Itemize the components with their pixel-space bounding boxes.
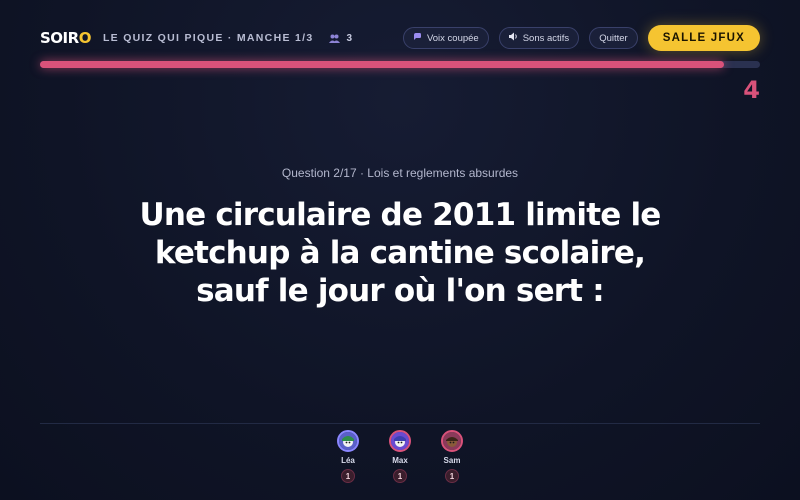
avatar — [337, 430, 359, 452]
player-count-value: 3 — [346, 32, 353, 44]
countdown-timer: 4 — [743, 76, 760, 104]
timer-progress-track — [40, 61, 760, 68]
player-card: Sam 1 — [440, 430, 464, 483]
avatar — [389, 430, 411, 452]
sound-toggle-label: Sons actifs — [522, 32, 570, 44]
player-roster: Léa 1 Max 1 Sam 1 — [0, 430, 800, 483]
question-meta: Question 2/17 · Lois et reglements absur… — [281, 166, 519, 180]
question-line: sauf le jour où l'on sert : — [196, 273, 605, 309]
speaker-icon — [508, 32, 518, 44]
player-name: Léa — [341, 456, 355, 465]
question-line: Une circulaire de 2011 limite le — [139, 197, 661, 233]
round-subtitle: LE QUIZ QUI PIQUE · MANCHE 1/3 — [102, 32, 314, 44]
player-name: Sam — [443, 456, 461, 465]
logo-accent: O — [78, 29, 92, 47]
quit-button[interactable]: Quitter — [589, 27, 638, 49]
timer-progress-fill — [40, 61, 724, 68]
top-bar: SOIR O LE QUIZ QUI PIQUE · MANCHE 1/3 3 V… — [40, 22, 760, 54]
users-icon — [329, 34, 341, 43]
player-score: 1 — [341, 469, 355, 483]
question-text: Une circulaire de 2011 limite le ketchup… — [80, 196, 720, 310]
player-card: Léa 1 — [336, 430, 360, 483]
player-name: Max — [392, 456, 408, 465]
voice-toggle-label: Voix coupée — [426, 32, 479, 44]
logo: SOIR O — [40, 29, 91, 47]
avatar — [441, 430, 463, 452]
sound-toggle-button[interactable]: Sons actifs — [498, 27, 580, 49]
room-code-button[interactable]: SALLE JFUX — [647, 25, 760, 51]
room-code-label: SALLE JFUX — [662, 32, 745, 44]
roster-divider — [40, 423, 760, 424]
player-count: 3 — [329, 33, 352, 44]
logo-text: SOIR — [40, 29, 79, 47]
player-score: 1 — [393, 469, 407, 483]
question-line: ketchup à la cantine scolaire, — [154, 235, 646, 271]
mic-off-icon — [413, 32, 422, 44]
quit-label: Quitter — [599, 32, 628, 44]
player-score: 1 — [445, 469, 459, 483]
player-card: Max 1 — [388, 430, 412, 483]
voice-toggle-button[interactable]: Voix coupée — [402, 27, 489, 49]
